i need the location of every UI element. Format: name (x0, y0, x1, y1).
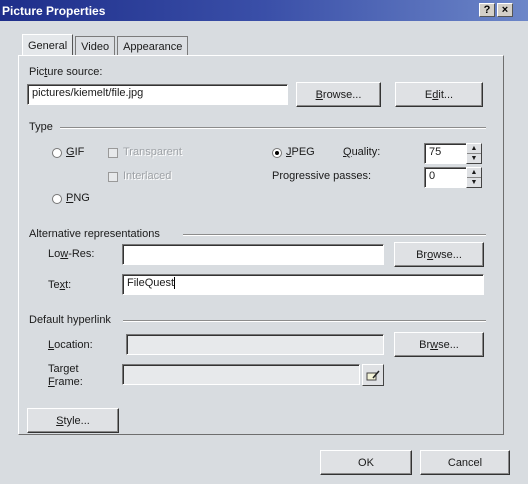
progressive-passes-input[interactable]: 0 (424, 167, 468, 188)
picture-source-browse-button[interactable]: Browse... (296, 82, 381, 107)
lowres-browse-button[interactable]: Br o wse... (394, 242, 484, 267)
quality-input[interactable]: 75 (424, 143, 468, 164)
progressive-passes-spinner[interactable]: ▲ ▼ (466, 167, 482, 188)
jpeg-label: JPEG (286, 146, 315, 158)
spin-up-icon[interactable]: ▲ (467, 144, 481, 154)
picture-source-input[interactable]: pictures/kiemelt/file.jpg (27, 84, 288, 105)
tab-general[interactable]: General (22, 34, 74, 56)
progressive-passes-label: Progressive passes: (272, 170, 372, 182)
spin-up-icon[interactable]: ▲ (467, 168, 481, 178)
hyperlink-group-divider (123, 320, 486, 322)
picture-source-label: Picture source: (29, 66, 103, 78)
folder-pencil-icon (366, 370, 380, 381)
tab-video[interactable]: Video (75, 36, 116, 56)
window-title: Picture Properties (2, 3, 106, 18)
tab-appearance[interactable]: Appearance (117, 36, 189, 56)
png-label: PNG (66, 192, 90, 204)
lowres-input[interactable] (122, 244, 384, 265)
interlaced-label: Interlaced (123, 170, 172, 182)
ok-button[interactable]: OK (320, 450, 412, 475)
edit-button[interactable]: Ed it... (395, 82, 483, 107)
quality-label: Quality: (343, 146, 381, 158)
help-button[interactable]: ? (479, 3, 495, 17)
interlaced-checkbox[interactable] (108, 172, 118, 182)
target-frame-picker-button[interactable] (362, 364, 384, 386)
tab-strip: General Video Appearance (22, 34, 190, 56)
spin-down-icon[interactable]: ▼ (467, 154, 481, 164)
transparent-label: Transparent (123, 146, 182, 158)
type-group-divider (60, 127, 486, 129)
location-input[interactable] (126, 334, 384, 355)
quality-spinner[interactable]: ▲ ▼ (466, 143, 482, 164)
gif-label: GIF (66, 146, 85, 158)
type-group-title: Type (29, 121, 53, 133)
alt-text-input[interactable]: FileQuest (122, 274, 484, 295)
lowres-label: Low-Res: (48, 248, 95, 260)
target-frame-label-line2: Frame: (48, 376, 83, 388)
transparent-checkbox[interactable] (108, 148, 118, 158)
location-label: Location: (48, 339, 93, 351)
alt-group-divider (183, 234, 486, 236)
hyperlink-group-title: Default hyperlink (29, 314, 111, 326)
target-frame-label-line1: Target (48, 363, 79, 375)
alt-group-title: Alternative representations (29, 228, 160, 240)
jpeg-radio[interactable] (272, 148, 282, 158)
text-label: Text: (48, 279, 72, 291)
target-frame-input[interactable] (122, 364, 360, 385)
location-browse-button[interactable]: Br w se... (394, 332, 484, 357)
title-bar: Picture Properties ? × (0, 0, 528, 21)
style-button[interactable]: Style... (27, 408, 119, 433)
text-cursor (174, 277, 176, 290)
cancel-button[interactable]: Cancel (420, 450, 510, 475)
spin-down-icon[interactable]: ▼ (467, 178, 481, 188)
close-button[interactable]: × (497, 3, 513, 17)
png-radio[interactable] (52, 194, 62, 204)
gif-radio[interactable] (52, 148, 62, 158)
alt-text-value: FileQuest (127, 277, 175, 289)
